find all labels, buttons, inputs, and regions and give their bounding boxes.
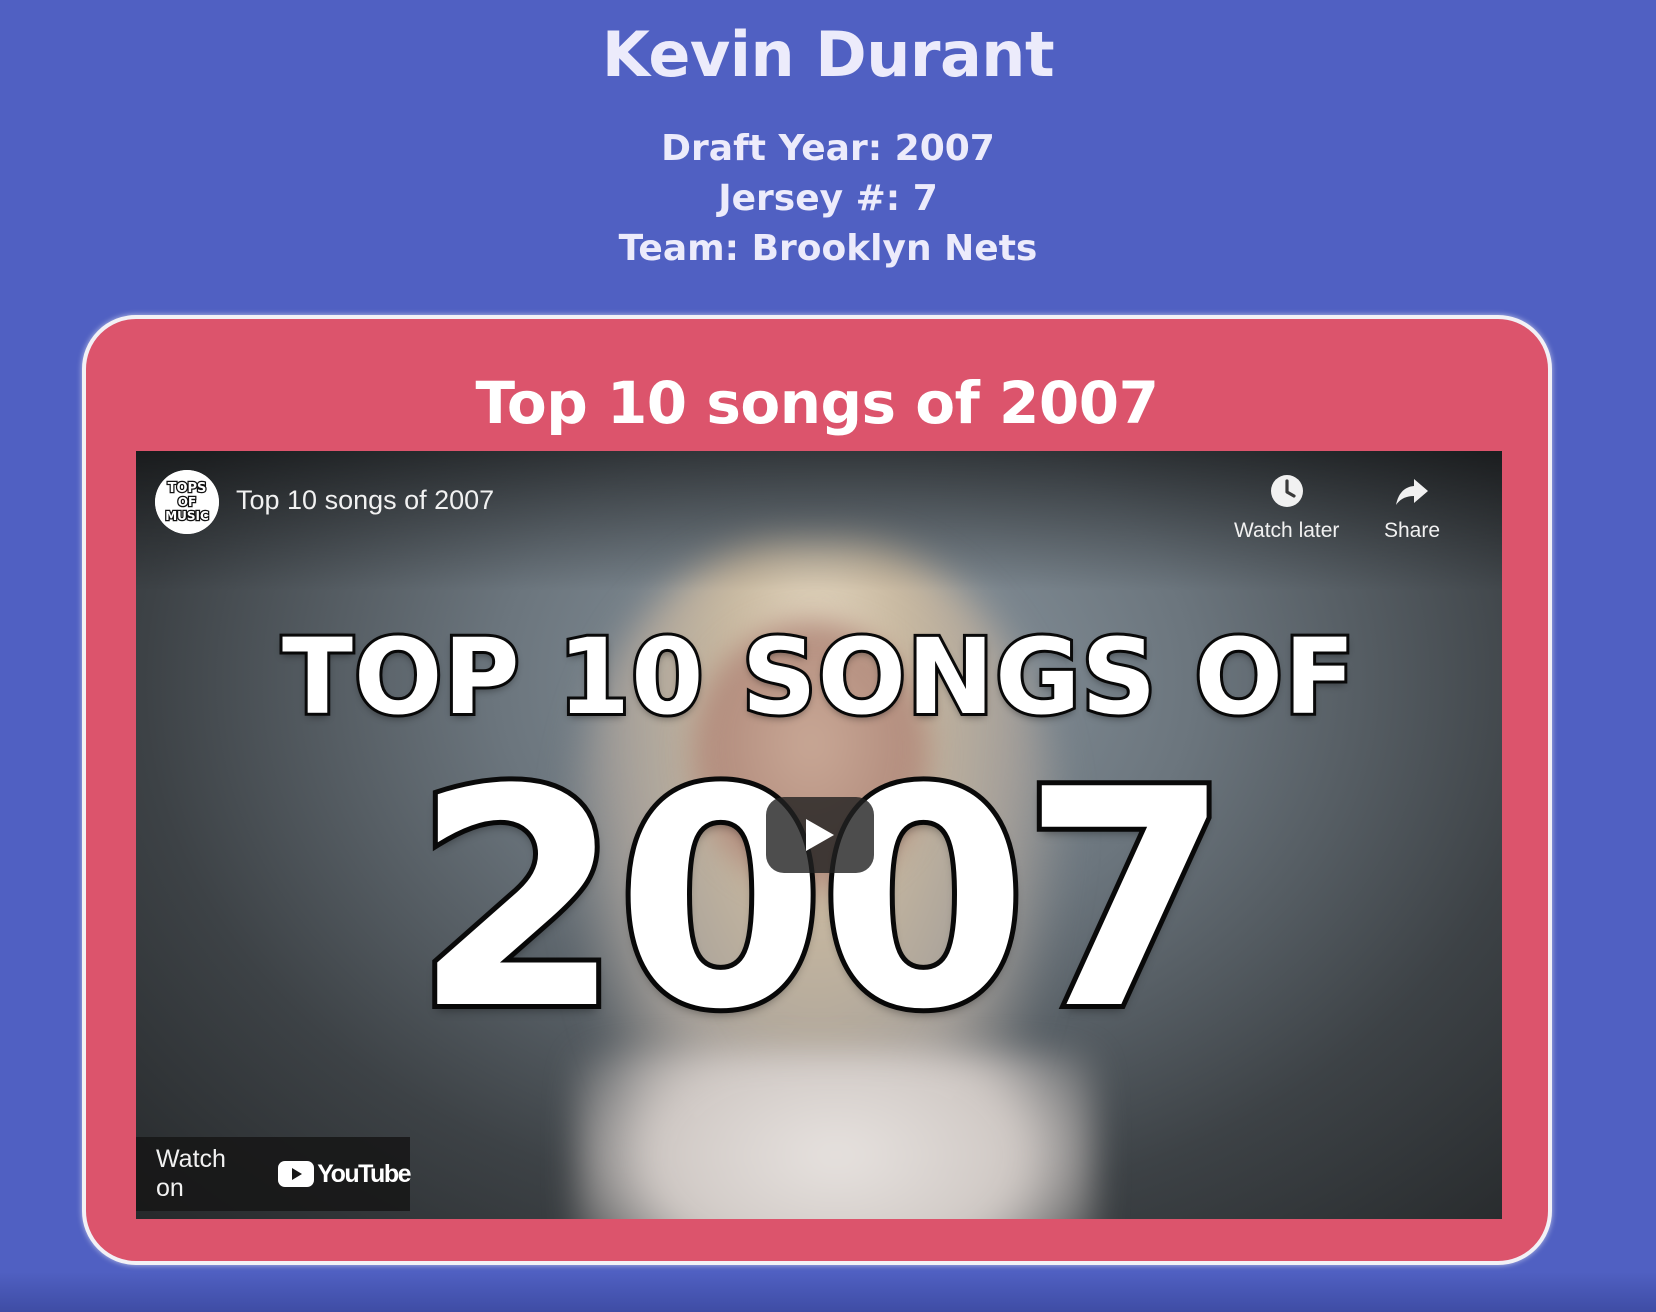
thumbnail-dress — [576, 1051, 1096, 1219]
play-icon — [806, 819, 834, 851]
page-bottom-shade — [0, 1272, 1656, 1312]
song-card-title: Top 10 songs of 2007 — [475, 369, 1159, 437]
youtube-logo: YouTube — [278, 1159, 411, 1189]
channel-logo-icon: TOPS OF MUSIC — [155, 470, 219, 534]
jersey-number: Jersey #: 7 — [718, 178, 938, 219]
svg-text:TOPS: TOPS — [168, 481, 207, 496]
watch-on-youtube-button[interactable]: Watch on YouTube — [136, 1137, 411, 1211]
video-title-link[interactable]: Top 10 songs of 2007 — [236, 485, 494, 516]
play-button[interactable] — [766, 797, 874, 873]
watch-later-button[interactable]: Watch later — [1234, 471, 1339, 543]
player-info: Draft Year: 2007 Jersey #: 7 Team: Brook… — [0, 124, 1656, 274]
song-card: Top 10 songs of 2007 TOP 10 SONGS OF 200… — [82, 315, 1552, 1265]
watch-on-label: Watch on — [156, 1145, 226, 1202]
channel-avatar[interactable]: TOPS OF MUSIC — [155, 470, 219, 534]
draft-year: Draft Year: 2007 — [661, 128, 995, 169]
svg-text:OF: OF — [178, 495, 196, 509]
youtube-embed[interactable]: TOP 10 SONGS OF 2007 TOPS OF MUSIC Top 1… — [136, 451, 1502, 1219]
youtube-wordmark: YouTube — [317, 1159, 411, 1188]
watch-later-label: Watch later — [1234, 519, 1340, 542]
thumbnail-text-line2: 2007 — [409, 726, 1236, 1075]
svg-text:MUSIC: MUSIC — [165, 509, 209, 523]
clock-icon — [1270, 475, 1303, 507]
share-label: Share — [1384, 519, 1441, 542]
youtube-logo-icon — [278, 1161, 315, 1187]
team-name: Team: Brooklyn Nets — [618, 228, 1038, 269]
thumbnail-text-line1: TOP 10 SONGS OF — [279, 613, 1358, 741]
share-arrow-icon — [1396, 479, 1429, 505]
player-name: Kevin Durant — [601, 18, 1055, 91]
share-button[interactable]: Share — [1384, 471, 1440, 543]
